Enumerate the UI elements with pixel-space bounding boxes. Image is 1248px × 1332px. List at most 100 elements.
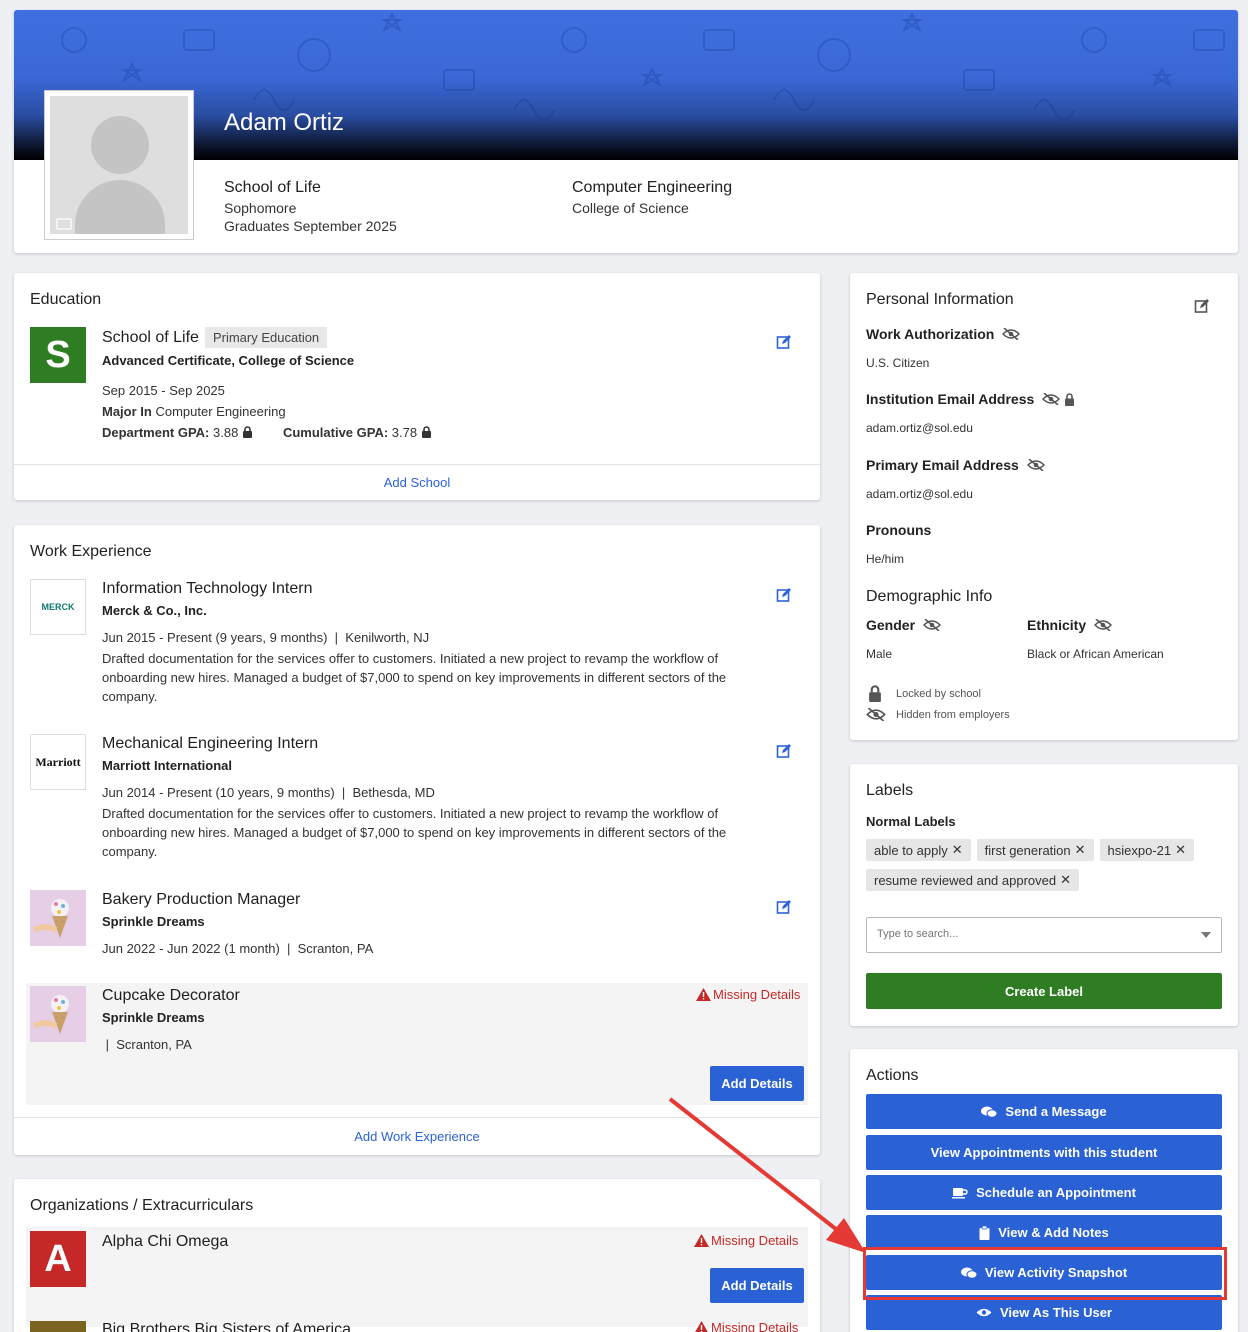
job-meta: Jun 2014 - Present (10 years, 9 months) … xyxy=(102,785,435,800)
clipboard-icon xyxy=(979,1225,990,1240)
edit-job-icon[interactable] xyxy=(776,899,792,915)
view-activity-snapshot-button[interactable]: View Activity Snapshot xyxy=(866,1255,1222,1290)
job-company: Sprinkle Dreams xyxy=(102,1010,205,1025)
job-meta: Jun 2015 - Present (9 years, 9 months) |… xyxy=(102,630,430,645)
label-search-dropdown[interactable] xyxy=(866,917,1222,953)
pronouns-label: Pronouns xyxy=(866,522,932,538)
job-title: Information Technology Intern xyxy=(102,580,313,597)
label-chip: hsiexpo-21 ✕ xyxy=(1099,839,1195,861)
pronouns-value: He/him xyxy=(866,552,905,566)
institution-email-value: adam.ortiz@sol.edu xyxy=(866,421,973,435)
coffee-cup-icon xyxy=(952,1187,968,1198)
job-item: Bakery Production Manager Sprinkle Dream… xyxy=(102,891,373,956)
job-title: Mechanical Engineering Intern xyxy=(102,735,319,752)
job-description: Drafted documentation for the services o… xyxy=(102,651,727,704)
lock-icon xyxy=(1065,392,1075,406)
hidden-eye-icon xyxy=(1002,328,1021,340)
add-details-button[interactable]: Add Details xyxy=(710,1066,804,1101)
create-label-button[interactable]: Create Label xyxy=(866,973,1222,1009)
warning-icon xyxy=(695,1321,708,1332)
education-badge: Primary Education xyxy=(204,327,328,348)
add-details-button[interactable]: Add Details xyxy=(710,1268,804,1303)
send-message-button[interactable]: Send a Message xyxy=(866,1094,1222,1129)
merck-logo: MERCK xyxy=(30,579,86,635)
remove-label-icon[interactable]: ✕ xyxy=(1175,842,1186,858)
marriott-logo: Marriott xyxy=(30,734,86,790)
education-card: Education S School of Life Primary Educa… xyxy=(14,273,820,500)
lock-icon xyxy=(869,685,881,702)
profile-college: College of Science xyxy=(572,200,689,216)
remove-label-icon[interactable]: ✕ xyxy=(1060,872,1071,888)
profile-school: School of Life xyxy=(224,179,321,196)
job-title: Bakery Production Manager xyxy=(102,891,301,908)
work-authorization-value: U.S. Citizen xyxy=(866,356,930,370)
ethnicity-label: Ethnicity xyxy=(1027,617,1164,633)
hidden-eye-icon xyxy=(1042,393,1061,405)
label-chip: resume reviewed and approved ✕ xyxy=(866,869,1080,891)
job-company: Sprinkle Dreams xyxy=(102,914,205,929)
legend-locked: Locked by school xyxy=(866,685,981,702)
edit-personal-icon[interactable] xyxy=(1194,298,1210,314)
missing-details-warning: Missing Details xyxy=(696,987,800,1002)
profile-banner xyxy=(14,10,1238,160)
warning-icon xyxy=(696,988,711,1001)
lock-icon xyxy=(421,426,431,438)
education-major: Major In Computer Engineering xyxy=(102,404,286,419)
sprinkle-dreams-logo xyxy=(30,986,86,1042)
eye-icon xyxy=(976,1308,992,1317)
label-search-input[interactable] xyxy=(877,918,1177,950)
lock-icon xyxy=(242,426,252,438)
normal-labels-subheading: Normal Labels xyxy=(866,814,956,829)
personal-heading: Personal Information xyxy=(866,291,1014,308)
institution-email-label: Institution Email Address xyxy=(866,391,1075,407)
chevron-down-icon[interactable] xyxy=(1201,932,1211,938)
view-as-user-button[interactable]: View As This User xyxy=(866,1295,1222,1330)
work-authorization-label: Work Authorization xyxy=(866,326,1021,342)
label-chips: able to apply ✕ first generation ✕ hsiexpo-2… xyxy=(866,839,1226,899)
avatar xyxy=(50,96,188,234)
camera-icon[interactable] xyxy=(56,218,72,230)
hidden-eye-icon xyxy=(1026,459,1045,471)
add-school-link[interactable]: Add School xyxy=(14,475,820,490)
education-degree: Advanced Certificate, College of Science xyxy=(102,353,355,368)
sprinkle-dreams-logo xyxy=(30,890,86,946)
job-company: Marriott International xyxy=(102,758,233,773)
chat-icon xyxy=(981,1106,998,1118)
add-work-experience-link[interactable]: Add Work Experience xyxy=(14,1129,820,1144)
profile-major: Computer Engineering xyxy=(572,179,733,196)
labels-heading: Labels xyxy=(866,782,914,799)
missing-details-warning: Missing Details xyxy=(694,1320,798,1332)
profile-photo-frame[interactable] xyxy=(44,90,194,240)
organizations-heading: Organizations / Extracurriculars xyxy=(30,1197,254,1214)
view-appointments-button[interactable]: View Appointments with this student xyxy=(866,1135,1222,1170)
actions-heading: Actions xyxy=(866,1067,919,1084)
job-company: Merck & Co., Inc. xyxy=(102,603,207,618)
edit-job-icon[interactable] xyxy=(776,587,792,603)
profile-graduation: Graduates September 2025 xyxy=(224,218,397,234)
primary-email-value: adam.ortiz@sol.edu xyxy=(866,487,973,501)
hidden-eye-icon xyxy=(1094,619,1113,631)
remove-label-icon[interactable]: ✕ xyxy=(1075,842,1086,858)
ethnicity-value: Black or African American xyxy=(1027,647,1164,661)
edit-education-icon[interactable] xyxy=(776,334,792,350)
hidden-eye-icon xyxy=(923,619,942,631)
alpha-chi-omega-logo: A xyxy=(30,1231,86,1287)
education-heading: Education xyxy=(30,291,102,308)
org-name: Big Brothers Big Sisters of America xyxy=(102,1321,351,1332)
department-gpa: Department GPA: 3.88 xyxy=(102,425,253,440)
job-item: Cupcake Decorator Sprinkle Dreams | Scra… xyxy=(102,987,240,1052)
edit-job-icon[interactable] xyxy=(776,743,792,759)
demographic-heading: Demographic Info xyxy=(866,588,993,605)
remove-label-icon[interactable]: ✕ xyxy=(952,842,963,858)
profile-name: Adam Ortiz xyxy=(224,109,345,136)
education-dates: Sep 2015 - Sep 2025 xyxy=(102,383,225,398)
view-add-notes-button[interactable]: View & Add Notes xyxy=(866,1215,1222,1250)
label-chip: first generation ✕ xyxy=(976,839,1094,861)
schedule-appointment-button[interactable]: Schedule an Appointment xyxy=(866,1175,1222,1210)
personal-info-card: Personal Information Work Authorization … xyxy=(850,273,1238,740)
organizations-card: Organizations / Extracurriculars A Alpha… xyxy=(14,1179,820,1332)
org-name: Alpha Chi Omega xyxy=(102,1233,229,1250)
labels-card: Labels Normal Labels able to apply ✕ first… xyxy=(850,764,1238,1026)
job-title: Cupcake Decorator xyxy=(102,987,240,1004)
banner-pattern xyxy=(61,11,1225,121)
